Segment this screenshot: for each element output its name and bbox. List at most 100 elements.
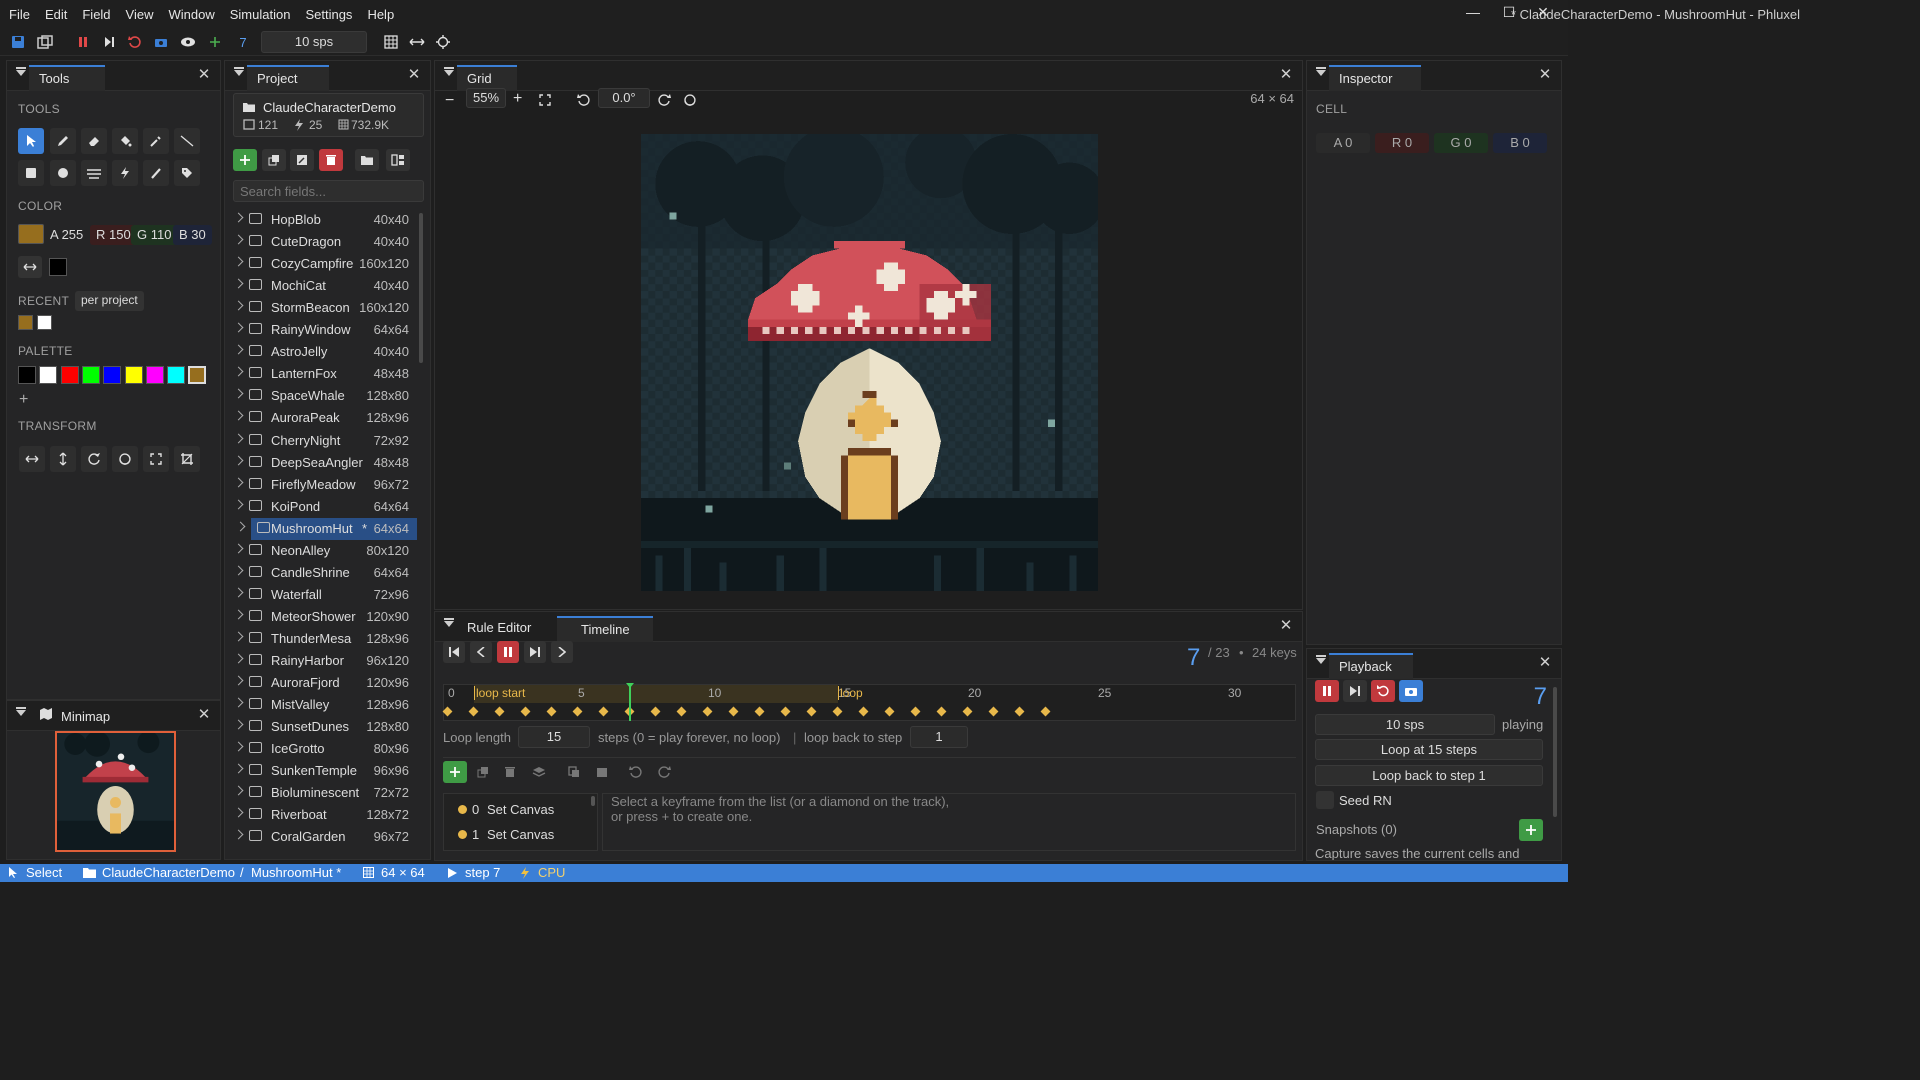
chevron-right-icon[interactable] [233, 697, 244, 708]
field-row[interactable]: CuteDragon 40x40 [233, 231, 417, 253]
field-row[interactable]: DeepSeaAngler 48x48 [233, 452, 417, 474]
field-row[interactable]: CoralGarden 96x72 [233, 826, 417, 848]
field-row[interactable]: FireflyMeadow 96x72 [233, 474, 417, 496]
menu-help[interactable]: Help [358, 7, 400, 22]
field-row[interactable]: Waterfall 72x96 [233, 584, 417, 606]
panel-menu-icon[interactable] [1316, 655, 1326, 664]
keyframe-diamond[interactable] [910, 706, 921, 717]
select-tool[interactable] [18, 128, 44, 154]
tab-playback[interactable]: Playback [1329, 653, 1413, 679]
color-a[interactable]: A 255 [47, 225, 89, 245]
open-folder-icon[interactable] [355, 149, 379, 171]
duplicate-field-icon[interactable] [262, 149, 286, 171]
field-row[interactable]: AuroraFjord 120x96 [233, 672, 417, 694]
pause-button[interactable] [497, 641, 519, 663]
add-snapshot-button[interactable] [1519, 819, 1543, 841]
secondary-color-swatch[interactable] [49, 258, 67, 276]
close-icon[interactable]: ✕ [1537, 655, 1553, 671]
chevron-right-icon[interactable] [233, 763, 244, 774]
panel-menu-icon[interactable] [234, 67, 244, 76]
field-row[interactable]: Bioluminescent 72x72 [233, 782, 417, 804]
tab-timeline[interactable]: Timeline [557, 616, 653, 642]
field-row[interactable]: SpaceWhale 128x80 [233, 385, 417, 407]
save-all-icon[interactable] [36, 33, 54, 51]
ellipse-tool[interactable] [50, 160, 76, 186]
zoom-out-icon[interactable]: − [445, 92, 454, 110]
tag-tool[interactable] [174, 160, 200, 186]
grid-icon[interactable] [382, 33, 400, 51]
next-step-icon[interactable] [551, 641, 573, 663]
first-step-icon[interactable] [443, 641, 465, 663]
delete-keyframe-icon[interactable] [498, 761, 522, 783]
keyframe-diamond[interactable] [494, 706, 505, 717]
chevron-right-icon[interactable] [233, 477, 244, 488]
keyframe-diamond[interactable] [598, 706, 609, 717]
rotate-cw-icon[interactable] [81, 446, 107, 472]
pause-button[interactable] [1315, 680, 1339, 702]
menu-settings[interactable]: Settings [296, 7, 358, 22]
eye-icon[interactable] [179, 33, 197, 51]
field-row[interactable]: CherryNight 72x92 [233, 430, 417, 452]
chevron-right-icon[interactable] [233, 433, 244, 443]
field-row[interactable]: KoiPond 64x64 [233, 496, 417, 518]
keyframe-item[interactable]: 0 Set Canvas [444, 799, 594, 821]
chevron-right-icon[interactable] [233, 807, 244, 818]
seed-checkbox[interactable] [1316, 791, 1334, 809]
playback-scrollbar[interactable] [1553, 687, 1557, 817]
menu-window[interactable]: Window [160, 7, 221, 22]
rotation-input[interactable]: 0.0° [598, 88, 650, 108]
keyframe-diamond[interactable] [858, 706, 869, 717]
keyframe-diamond[interactable] [650, 706, 661, 717]
close-icon[interactable]: ✕ [1537, 67, 1553, 83]
chevron-right-icon[interactable] [233, 609, 244, 620]
keyframe-diamond[interactable] [884, 706, 895, 717]
add-keyframe-button[interactable] [443, 761, 467, 783]
chevron-right-icon[interactable] [233, 829, 244, 840]
keyframe-diamond[interactable] [572, 706, 583, 717]
palette-swatch[interactable] [103, 366, 122, 384]
field-row[interactable]: MochiCat 40x40 [233, 275, 417, 297]
color-r[interactable]: R 150 [90, 225, 137, 245]
keyframe-diamond[interactable] [728, 706, 739, 717]
menu-field[interactable]: Field [73, 7, 116, 22]
field-row[interactable]: NeonAlley 80x120 [233, 540, 417, 562]
close-icon[interactable]: ✕ [196, 707, 212, 723]
recent-color-2[interactable] [37, 315, 52, 330]
chevron-right-icon[interactable] [233, 455, 244, 465]
rotate-right-icon[interactable] [657, 93, 671, 107]
snapshot-icon[interactable] [152, 33, 170, 51]
speed-input[interactable]: 10 sps [261, 31, 367, 53]
field-row[interactable]: MistValley 128x96 [233, 694, 417, 716]
undo-icon[interactable] [624, 761, 648, 783]
field-row[interactable]: AstroJelly 40x40 [233, 341, 417, 363]
loop-back-button[interactable]: Loop back to step 1 [1315, 765, 1543, 786]
keyframe-item[interactable]: 1 Set Canvas [444, 824, 594, 846]
keyframe-diamond[interactable] [442, 706, 453, 717]
panel-menu-icon[interactable] [16, 707, 26, 716]
loop-length-input[interactable]: 15 [518, 726, 590, 748]
palette-swatch[interactable] [188, 366, 207, 384]
chevron-right-icon[interactable] [233, 631, 244, 642]
chevron-right-icon[interactable] [233, 499, 244, 510]
chevron-right-icon[interactable] [233, 543, 244, 554]
keyframe-diamond[interactable] [962, 706, 973, 717]
field-row[interactable]: LanternFox 48x48 [233, 363, 417, 385]
chevron-right-icon[interactable] [233, 300, 244, 311]
loop-range[interactable] [474, 685, 838, 703]
chevron-right-icon[interactable] [233, 565, 244, 576]
fill-tool[interactable] [112, 128, 138, 154]
chevron-right-icon[interactable] [233, 410, 244, 421]
palette-swatch[interactable] [60, 366, 79, 384]
palette-swatch[interactable] [124, 366, 143, 384]
pixel-canvas[interactable] [641, 134, 1098, 591]
field-row[interactable]: HopBlob 40x40 [233, 209, 417, 231]
field-row[interactable]: CozyCampfire 160x120 [233, 253, 417, 275]
tab-rule-editor[interactable]: Rule Editor [457, 616, 553, 642]
palette-swatch[interactable] [39, 366, 58, 384]
layers-icon[interactable] [527, 761, 551, 783]
close-icon[interactable]: ✕ [1278, 618, 1294, 634]
add-field-button[interactable] [233, 149, 257, 171]
menu-edit[interactable]: Edit [36, 7, 73, 22]
loop-at-button[interactable]: Loop at 15 steps [1315, 739, 1543, 760]
recent-scope[interactable]: per project [75, 291, 144, 311]
